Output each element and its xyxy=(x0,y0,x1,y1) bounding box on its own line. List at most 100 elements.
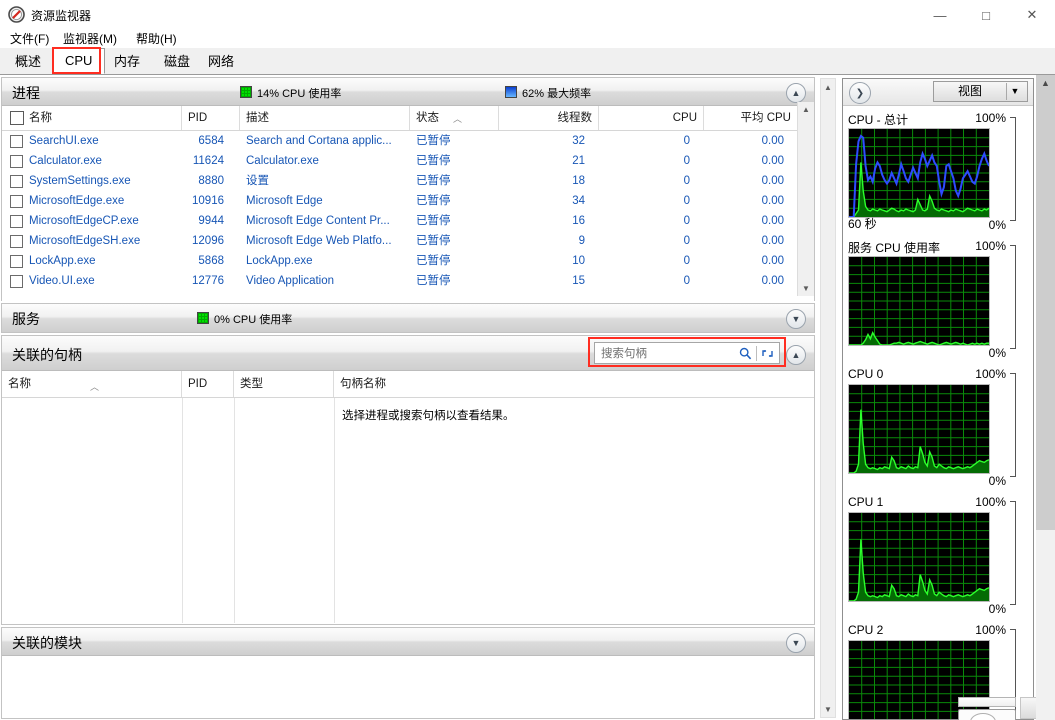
graph-axis-bracket xyxy=(1010,501,1016,605)
row-checkbox[interactable] xyxy=(10,175,23,188)
column-header-cpu[interactable]: CPU xyxy=(599,106,704,130)
column-header-pid[interactable]: PID xyxy=(182,106,240,130)
graph-axis-bracket xyxy=(1010,245,1016,349)
handles-collapse-icon[interactable]: ▲ xyxy=(786,345,806,365)
table-row[interactable]: SystemSettings.exe 8880 设置 已暂停 18 0 0.00 xyxy=(2,171,814,191)
row-checkbox[interactable] xyxy=(10,275,23,288)
handles-column-name[interactable]: 名称 ︿ xyxy=(2,371,182,397)
menu-help[interactable]: 帮助(H) xyxy=(130,28,183,50)
table-row[interactable]: Calculator.exe 11624 Calculator.exe 已暂停 21 0 0… xyxy=(2,151,814,171)
processes-title: 进程 xyxy=(12,85,40,101)
view-button[interactable]: 视图 ▼ xyxy=(933,81,1028,102)
handles-empty-message: 选择进程或搜索句柄以查看结果。 xyxy=(342,410,515,422)
row-checkbox[interactable] xyxy=(10,255,23,268)
graph-title: CPU 0 xyxy=(848,367,884,381)
title-bar: 资源监视器 — □ ✕ xyxy=(0,0,1055,30)
cell-name: SearchUI.exe xyxy=(29,135,99,147)
table-row[interactable]: MicrosoftEdgeSH.exe 12096 Microsoft Edge W… xyxy=(2,231,814,251)
table-row[interactable]: LockApp.exe 5868 LockApp.exe 已暂停 10 0 0.00 xyxy=(2,251,814,271)
services-expand-icon[interactable]: ▼ xyxy=(786,309,806,329)
processes-panel-header[interactable]: 进程 14% CPU 使用率 62% 最大频率 ▲ xyxy=(2,78,814,106)
scrollbar-thumb[interactable] xyxy=(1036,75,1055,530)
table-row[interactable]: MicrosoftEdge.exe 10916 Microsoft Edge 已暂停 3… xyxy=(2,191,814,211)
handles-column-type[interactable]: 类型 xyxy=(234,371,334,397)
column-header-status[interactable]: 状态 ︿ xyxy=(410,106,499,130)
graph-plot-area xyxy=(848,128,990,218)
column-header-description[interactable]: 描述 xyxy=(240,106,410,130)
tab-cpu[interactable]: CPU xyxy=(52,48,106,74)
graph-max-label: 100% xyxy=(975,239,1006,253)
graph-time-label: 60 秒 xyxy=(848,217,877,231)
handles-column-handle-name[interactable]: 句柄名称 xyxy=(334,371,814,397)
modules-panel-header[interactable]: 关联的模块 ▼ xyxy=(2,628,814,656)
cell-avg: 0.00 xyxy=(761,135,784,147)
graph-pane-toolbar: ❯ 视图 ▼ xyxy=(843,79,1033,106)
table-row[interactable]: SearchUI.exe 6584 Search and Cortana appli… xyxy=(2,131,814,151)
magnifier-icon[interactable] xyxy=(735,345,755,362)
cell-name: SystemSettings.exe xyxy=(29,175,131,187)
cell-threads: 18 xyxy=(572,175,585,187)
row-checkbox[interactable] xyxy=(10,215,23,228)
scroll-down-icon[interactable]: ▼ xyxy=(821,701,835,717)
refresh-icon[interactable] xyxy=(757,345,777,362)
services-panel: 服务 0% CPU 使用率 ▼ xyxy=(1,303,815,333)
col-divider xyxy=(334,398,335,623)
tab-network[interactable]: 网络 xyxy=(195,49,248,73)
tab-overview[interactable]: 概述 xyxy=(2,49,55,73)
menu-bar: 文件(F) 监视器(M) 帮助(H) xyxy=(0,28,1055,48)
menu-monitor[interactable]: 监视器(M) xyxy=(57,28,123,50)
processes-collapse-icon[interactable]: ▲ xyxy=(786,83,806,103)
scroll-up-icon[interactable]: ▲ xyxy=(821,79,835,95)
services-cpu-stat: 0% CPU 使用率 xyxy=(197,311,292,327)
cell-pid: 12776 xyxy=(192,275,224,287)
modules-expand-icon[interactable]: ▼ xyxy=(786,633,806,653)
cell-cpu: 0 xyxy=(683,135,690,147)
table-row[interactable]: Video.UI.exe 12776 Video Application 已暂停 15 0… xyxy=(2,271,814,291)
column-header-avg-cpu[interactable]: 平均 CPU xyxy=(704,106,798,130)
graph-title: CPU - 总计 xyxy=(848,113,909,127)
partial-overlay-widget xyxy=(958,697,1036,720)
left-pane-scrollbar[interactable]: ▲ ▼ xyxy=(820,78,836,718)
graph-min-label: 0% xyxy=(988,602,1006,616)
scroll-up-icon[interactable]: ▲ xyxy=(798,102,814,117)
column-header-name[interactable]: 名称 xyxy=(2,106,182,130)
handle-search-box[interactable] xyxy=(594,342,780,364)
graph-min-label: 0% xyxy=(988,474,1006,488)
cell-desc: Microsoft Edge Content Pr... xyxy=(246,215,390,227)
handles-panel-header[interactable]: 关联的句柄 搜索句柄 ▲ xyxy=(2,336,814,371)
maximize-button[interactable]: □ xyxy=(963,0,1009,30)
cell-threads: 21 xyxy=(572,155,585,167)
search-input[interactable] xyxy=(599,345,729,363)
cell-status: 已暂停 xyxy=(416,255,451,267)
cell-status: 已暂停 xyxy=(416,275,451,287)
column-header-threads[interactable]: 线程数 xyxy=(499,106,599,130)
cell-threads: 32 xyxy=(572,135,585,147)
services-panel-header[interactable]: 服务 0% CPU 使用率 ▼ xyxy=(2,304,814,332)
row-checkbox[interactable] xyxy=(10,195,23,208)
processes-scrollbar[interactable]: ▲ ▼ xyxy=(797,102,814,296)
graph-max-label: 100% xyxy=(975,111,1006,125)
graph-svg xyxy=(849,129,989,217)
minimize-icon: — xyxy=(933,7,947,23)
row-checkbox[interactable] xyxy=(10,235,23,248)
close-button[interactable]: ✕ xyxy=(1009,0,1055,30)
cell-pid: 9944 xyxy=(198,215,224,227)
scroll-up-icon[interactable]: ▲ xyxy=(1036,75,1055,91)
blue-swatch-icon xyxy=(505,86,517,98)
table-row[interactable]: MicrosoftEdgeCP.exe 9944 Microsoft Edge Co… xyxy=(2,211,814,231)
left-content-pane: 进程 14% CPU 使用率 62% 最大频率 ▲ 名称 PID 描述 状态 ︿… xyxy=(0,75,818,720)
tab-memory[interactable]: 内存 xyxy=(101,49,154,73)
select-all-checkbox[interactable] xyxy=(10,111,24,125)
processes-freq-stat: 62% 最大频率 xyxy=(505,85,591,101)
chevron-down-icon[interactable]: ▼ xyxy=(1006,82,1024,101)
graph-axis-bracket xyxy=(1010,373,1016,477)
menu-file[interactable]: 文件(F) xyxy=(4,28,55,50)
handles-column-pid[interactable]: PID xyxy=(182,371,234,397)
minimize-button[interactable]: — xyxy=(917,0,963,30)
row-checkbox[interactable] xyxy=(10,155,23,168)
scroll-down-icon[interactable]: ▼ xyxy=(798,281,814,296)
row-checkbox[interactable] xyxy=(10,135,23,148)
chevron-right-icon[interactable]: ❯ xyxy=(849,82,871,104)
graph-pane-scrollbar[interactable]: ▲ xyxy=(1036,75,1055,720)
graph-title: CPU 2 xyxy=(848,623,884,637)
